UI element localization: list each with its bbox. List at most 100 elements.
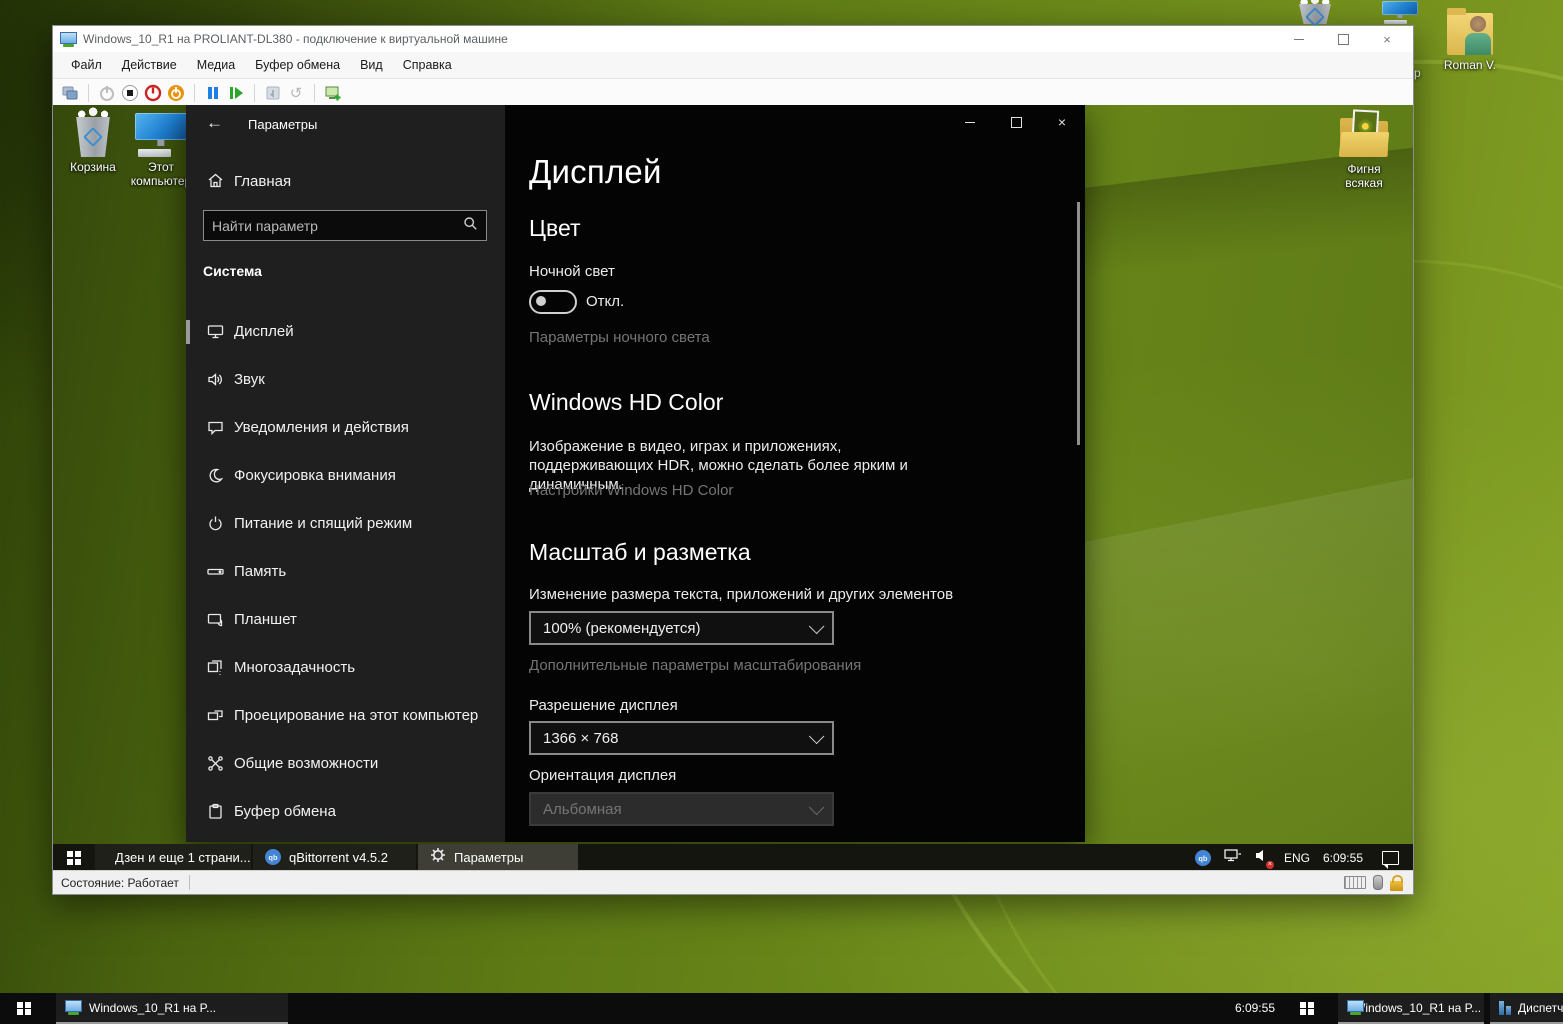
sidebar-item-shared-experiences[interactable]: Общие возможности <box>186 740 505 788</box>
sidebar-item-power-sleep[interactable]: Питание и спящий режим <box>186 500 505 548</box>
vm-stuff-folder-icon[interactable]: Фигня всякая <box>1333 111 1395 190</box>
vm-clock[interactable]: 6:09:55 <box>1323 851 1363 865</box>
menu-view[interactable]: Вид <box>350 52 393 78</box>
shut-down-vm-icon[interactable] <box>167 84 185 102</box>
menu-media[interactable]: Медиа <box>187 52 245 78</box>
vmwin-maximize-button[interactable] <box>1321 26 1365 52</box>
vmwin-close-button[interactable]: × <box>1365 26 1409 52</box>
save-state-icon[interactable] <box>264 84 282 102</box>
vm-taskbar-edge-tab[interactable]: Дзен и еще 1 страни... <box>95 844 251 872</box>
night-light-settings-link[interactable]: Параметры ночного света <box>529 329 710 346</box>
sidebar-item-multitasking[interactable]: Многозадачность <box>186 644 505 692</box>
chevron-down-icon <box>809 618 825 634</box>
vm-recycle-bin-icon[interactable]: Корзина <box>63 113 123 174</box>
vm-taskbar-qbittorrent-tab[interactable]: qb qBittorrent v4.5.2 <box>253 844 416 872</box>
back-button[interactable]: ← <box>206 113 223 133</box>
vm-status-text: Состояние: Работает <box>61 876 179 890</box>
ctrl-alt-del-icon[interactable] <box>61 84 79 102</box>
toolbar-separator <box>314 84 315 102</box>
vm-taskbar-settings-tab[interactable]: Параметры <box>418 844 578 872</box>
host-taskbar-hyperv-manager-button[interactable]: Диспетчер <box>1490 993 1563 1024</box>
menu-clipboard[interactable]: Буфер обмена <box>245 52 350 78</box>
search-icon[interactable] <box>463 216 478 236</box>
language-indicator[interactable]: ENG <box>1284 851 1310 865</box>
host-user-folder-label: Roman V. <box>1437 58 1503 72</box>
resolution-dropdown[interactable]: 1366 × 768 <box>529 721 834 755</box>
host-user-folder-icon[interactable]: Roman V. <box>1437 7 1503 72</box>
sidebar-item-focus-assist[interactable]: Фокусировка внимания <box>186 452 505 500</box>
sidebar-section-label: Система <box>203 263 262 279</box>
action-center-icon[interactable] <box>1382 851 1399 865</box>
sidebar-item-notifications[interactable]: Уведомления и действия <box>186 404 505 452</box>
hdr-settings-link[interactable]: Настройки Windows HD Color <box>529 482 733 499</box>
menu-action[interactable]: Действие <box>112 52 187 78</box>
hdr-section-heading: Windows HD Color <box>529 389 723 416</box>
vm-start-button[interactable] <box>53 844 95 872</box>
host-recycle-bin-icon[interactable] <box>1291 1 1339 24</box>
start-vm-icon[interactable] <box>98 84 116 102</box>
settings-search-box[interactable] <box>203 210 487 241</box>
sidebar-item-sound[interactable]: Звук <box>186 356 505 404</box>
scale-section-heading: Масштаб и разметка <box>529 539 751 566</box>
volume-muted-tray-icon[interactable]: × <box>1255 848 1271 868</box>
host-taskbar-vm-button-2[interactable]: Windows_10_R1 на P... <box>1338 993 1484 1024</box>
stop-vm-icon[interactable] <box>121 84 139 102</box>
sound-icon <box>207 371 224 393</box>
vmwin-minimize-button[interactable] <box>1277 26 1321 52</box>
advanced-scaling-link[interactable]: Дополнительные параметры масштабирования <box>529 657 861 674</box>
toolbar-separator <box>254 84 255 102</box>
resume-vm-icon[interactable] <box>227 84 245 102</box>
vmconnect-title: Windows_10_R1 на PROLIANT-DL380 - подклю… <box>83 32 508 46</box>
vmconnect-toolbar: ↺ <box>53 79 1413 107</box>
host-computer-icon[interactable] <box>1380 1 1420 24</box>
orientation-dropdown-value: Альбомная <box>543 801 622 818</box>
settings-window: ← Параметры Главная Система <box>186 105 1085 842</box>
home-icon <box>207 172 224 194</box>
revert-checkpoint-icon[interactable]: ↺ <box>287 84 305 102</box>
vmconnect-titlebar[interactable]: Windows_10_R1 на PROLIANT-DL380 - подклю… <box>53 26 1413 52</box>
sidebar-home-label: Главная <box>234 173 291 190</box>
orientation-dropdown[interactable]: Альбомная <box>529 792 834 826</box>
settings-search-input[interactable] <box>204 218 463 234</box>
sidebar-item-display[interactable]: Дисплей <box>186 308 505 356</box>
settings-close-button[interactable]: × <box>1047 111 1077 133</box>
clipped-icon-label: p <box>1414 66 1421 80</box>
sidebar-item-clipboard[interactable]: Буфер обмена <box>186 788 505 836</box>
windows-logo-icon <box>67 851 81 865</box>
host-taskbar: Windows_10_R1 на P... 6:09:55 Windows_10… <box>0 993 1563 1024</box>
checkpoint-icon[interactable] <box>324 84 342 102</box>
page-title: Дисплей <box>529 153 662 191</box>
host-clock[interactable]: 6:09:55 <box>1195 993 1275 1024</box>
clipboard-icon <box>207 803 224 825</box>
vmconnect-menubar: Файл Действие Медиа Буфер обмена Вид Спр… <box>53 52 1413 79</box>
scale-dropdown[interactable]: 100% (рекомендуется) <box>529 611 834 645</box>
shared-experiences-icon <box>207 755 224 777</box>
sidebar-item-projecting[interactable]: Проецирование на этот компьютер <box>186 692 505 740</box>
qbittorrent-icon: qb <box>265 849 281 865</box>
sidebar-item-storage[interactable]: Память <box>186 548 505 596</box>
settings-minimize-button[interactable] <box>955 111 985 133</box>
turn-off-vm-icon[interactable] <box>144 84 162 102</box>
vm-recycle-bin-label: Корзина <box>63 160 123 174</box>
host-start-button-2[interactable] <box>1283 993 1331 1024</box>
settings-scrollbar[interactable] <box>1077 202 1080 445</box>
vm-this-pc-label: Этот компьютер <box>129 160 193 188</box>
host-start-button[interactable] <box>0 993 48 1024</box>
chevron-down-icon <box>809 728 825 744</box>
windows-logo-icon <box>17 1002 31 1016</box>
storage-icon <box>207 563 224 585</box>
network-tray-icon[interactable] <box>1224 848 1242 868</box>
scale-label: Изменение размера текста, приложений и д… <box>529 586 953 603</box>
vm-this-pc-icon[interactable]: Этот компьютер <box>129 113 193 188</box>
night-light-state: Откл. <box>586 293 624 310</box>
menu-file[interactable]: Файл <box>61 52 112 78</box>
sidebar-item-home[interactable]: Главная <box>186 163 505 201</box>
host-taskbar-vm-button-1[interactable]: Windows_10_R1 на P... <box>56 993 288 1024</box>
qbittorrent-tray-icon[interactable]: qb <box>1195 850 1211 866</box>
pause-vm-icon[interactable] <box>204 84 222 102</box>
night-light-toggle[interactable] <box>529 290 577 314</box>
menu-help[interactable]: Справка <box>393 52 462 78</box>
mouse-capture-icon <box>1373 875 1383 890</box>
settings-maximize-button[interactable] <box>1001 111 1031 133</box>
sidebar-item-tablet[interactable]: Планшет <box>186 596 505 644</box>
